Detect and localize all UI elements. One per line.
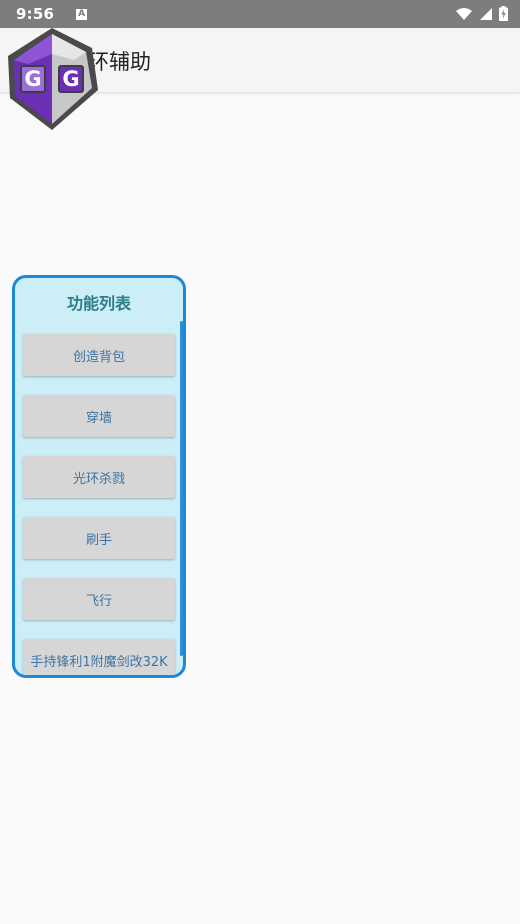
status-bar: 9:56 A bbox=[0, 0, 520, 28]
notification-icon: A bbox=[76, 8, 88, 20]
function-panel: 功能列表 创造背包 穿墙 光环杀戮 刷手 飞行 手持锋利1附魔剑改32K bbox=[12, 275, 186, 678]
status-time: 9:56 bbox=[16, 5, 55, 23]
gg-logo-icon[interactable]: G G bbox=[6, 26, 100, 132]
sharpness-sword-button[interactable]: 手持锋利1附魔剑改32K bbox=[23, 639, 175, 675]
gg-logo-letter-left: G bbox=[24, 67, 41, 91]
status-icons bbox=[455, 6, 508, 21]
battery-charging-icon bbox=[499, 6, 508, 21]
fly-button[interactable]: 飞行 bbox=[23, 578, 175, 620]
brush-hand-button[interactable]: 刷手 bbox=[23, 517, 175, 559]
panel-title: 功能列表 bbox=[66, 294, 131, 313]
panel-scrollbar[interactable] bbox=[180, 321, 183, 656]
noclip-button[interactable]: 穿墙 bbox=[23, 395, 175, 437]
cellular-signal-icon bbox=[480, 7, 492, 20]
gg-logo-letter-right: G bbox=[62, 67, 79, 91]
screen: 9:56 A 环辅助 G G 功能列表 创造背包 穿墙 光环杀戮 刷手 飞行 手… bbox=[0, 0, 520, 924]
create-inventory-button[interactable]: 创造背包 bbox=[23, 334, 175, 376]
kill-aura-button[interactable]: 光环杀戮 bbox=[23, 456, 175, 498]
wifi-icon bbox=[456, 7, 472, 20]
